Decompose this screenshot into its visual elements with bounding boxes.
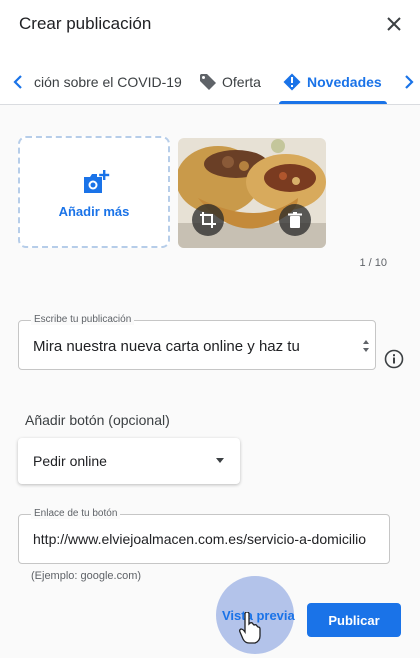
post-textarea[interactable]: Mira nuestra nueva carta online y haz tu — [18, 320, 376, 370]
tab-covid[interactable]: ción sobre el COVID-19 — [34, 60, 182, 104]
close-icon[interactable] — [382, 12, 406, 36]
add-button-section-label: Añadir botón (opcional) — [25, 412, 170, 428]
dialog-title: Crear publicación — [19, 14, 152, 33]
link-example-hint: (Ejemplo: google.com) — [31, 570, 142, 582]
uploaded-photo — [178, 138, 326, 248]
post-field-label: Escribe tu publicación — [31, 314, 135, 325]
button-link-value: http://www.elviejoalmacen.com.es/servici… — [33, 531, 367, 547]
tag-icon — [200, 74, 216, 90]
hand-cursor-icon — [239, 612, 261, 644]
tab-novedades[interactable]: Novedades — [283, 60, 382, 104]
add-more-label: Añadir más — [58, 204, 130, 219]
add-photo-icon — [84, 170, 110, 193]
crop-button[interactable] — [192, 204, 224, 236]
photo-counter: 1 / 10 — [359, 257, 387, 269]
chevron-right-icon[interactable] — [400, 72, 418, 92]
publish-button[interactable]: Publicar — [307, 603, 401, 637]
crop-icon — [200, 212, 216, 228]
trash-icon — [288, 212, 302, 228]
button-link-input[interactable]: http://www.elviejoalmacen.com.es/servici… — [18, 514, 390, 564]
delete-photo-button[interactable] — [279, 204, 311, 236]
tab-oferta-label: Oferta — [222, 74, 261, 90]
add-more-button[interactable]: Añadir más — [18, 136, 170, 248]
alert-icon — [283, 73, 301, 91]
tab-covid-label: ción sobre el COVID-19 — [34, 74, 182, 90]
tab-oferta[interactable]: Oferta — [199, 60, 261, 104]
button-link-label: Enlace de tu botón — [31, 508, 121, 519]
button-type-select[interactable]: Pedir online — [18, 438, 240, 484]
post-text: Mira nuestra nueva carta online y haz tu — [33, 338, 300, 355]
button-type-value: Pedir online — [33, 453, 107, 469]
tab-novedades-label: Novedades — [307, 74, 382, 90]
info-icon[interactable] — [384, 349, 404, 369]
chevron-left-icon[interactable] — [10, 72, 28, 92]
dialog-header: Crear publicación — [0, 0, 420, 52]
resize-stepper-icon[interactable] — [362, 338, 370, 354]
dropdown-caret-icon — [216, 458, 224, 463]
